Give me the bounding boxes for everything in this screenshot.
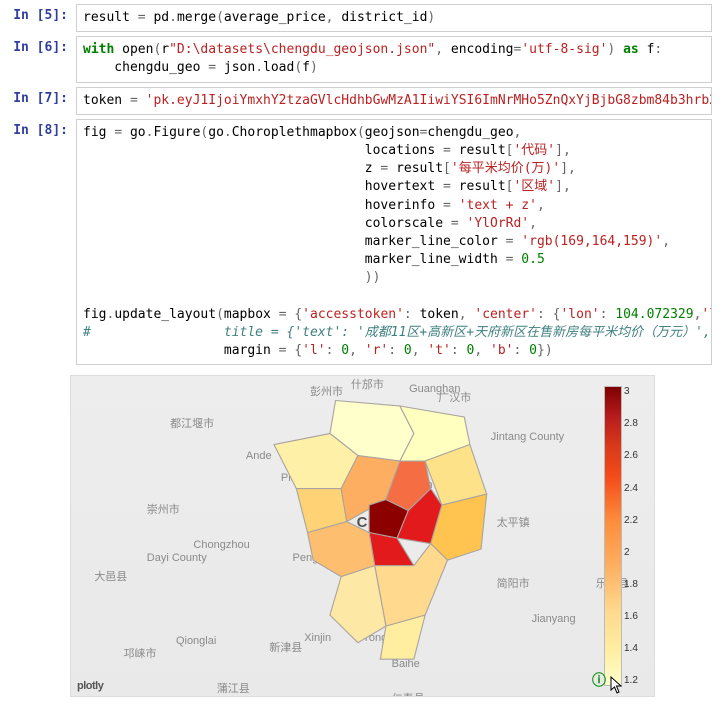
colorbar-tick: 3	[624, 386, 638, 397]
colorbar-tick: 1.6	[624, 611, 638, 622]
map-place-label: 都江堰市	[170, 415, 214, 431]
map-place-label: Qionglai	[176, 635, 216, 647]
code-input[interactable]: with open(r"D:\datasets\chengdu_geojson.…	[76, 36, 712, 82]
code-input[interactable]: fig = go.Figure(go.Choroplethmapbox(geoj…	[76, 119, 712, 365]
colorbar-tick: 1.4	[624, 643, 638, 654]
map-place-label: 仁寿县	[392, 690, 425, 697]
colorbar-tick: 2	[624, 547, 638, 558]
colorbar-tick: 1.2	[624, 675, 638, 686]
plotly-toolbar[interactable]: ⓘ	[592, 670, 606, 690]
map-place-label: 蒲江县	[217, 680, 250, 696]
notebook-cell: In [7]:token = 'pk.eyJ1IjoiYmxhY2tzaGVlc…	[8, 87, 712, 115]
mouse-cursor	[610, 676, 624, 694]
colorbar-tick: 2.8	[624, 418, 638, 429]
map-place-label: 崇州市	[147, 501, 180, 517]
choropleth-map-output[interactable]: ChengduPidu DistrictGuanghanJintang Coun…	[70, 375, 655, 697]
cell-prompt: In [5]:	[8, 4, 76, 32]
map-place-label: 什邡市	[351, 376, 384, 392]
choropleth-polygons[interactable]	[246, 395, 526, 670]
map-place-label: 大邑县	[94, 568, 127, 584]
colorbar-tick: 1.8	[624, 579, 638, 590]
notebook-cell: In [6]:with open(r"D:\datasets\chengdu_g…	[8, 36, 712, 82]
map-place-label: Dayi County	[147, 552, 207, 564]
notebook-cell: In [5]:result = pd.merge(average_price, …	[8, 4, 712, 32]
map-place-label: 邛崃市	[123, 645, 156, 661]
cell-prompt: In [6]:	[8, 36, 76, 82]
cell-prompt: In [7]:	[8, 87, 76, 115]
code-input[interactable]: result = pd.merge(average_price, distric…	[76, 4, 712, 32]
map-place-label: Jianyang	[532, 613, 576, 625]
colorbar-gradient	[604, 386, 622, 686]
colorbar-tick: 2.4	[624, 483, 638, 494]
info-icon[interactable]: ⓘ	[592, 670, 606, 690]
colorbar-tick: 2.2	[624, 515, 638, 526]
plotly-logo: plotly	[77, 680, 103, 692]
code-input[interactable]: token = 'pk.eyJ1IjoiYmxhY2tzaGVlcHdhbGwM…	[76, 87, 712, 115]
cell-prompt: In [8]:	[8, 119, 76, 365]
map-place-label: Chongzhou	[193, 539, 249, 551]
colorbar-tick: 2.6	[624, 450, 638, 461]
colorbar: 3 2.8 2.6 2.4 2.2 2 1.8 1.6 1.4 1.2	[604, 386, 644, 686]
notebook-cell: In [8]:fig = go.Figure(go.Choroplethmapb…	[8, 119, 712, 365]
